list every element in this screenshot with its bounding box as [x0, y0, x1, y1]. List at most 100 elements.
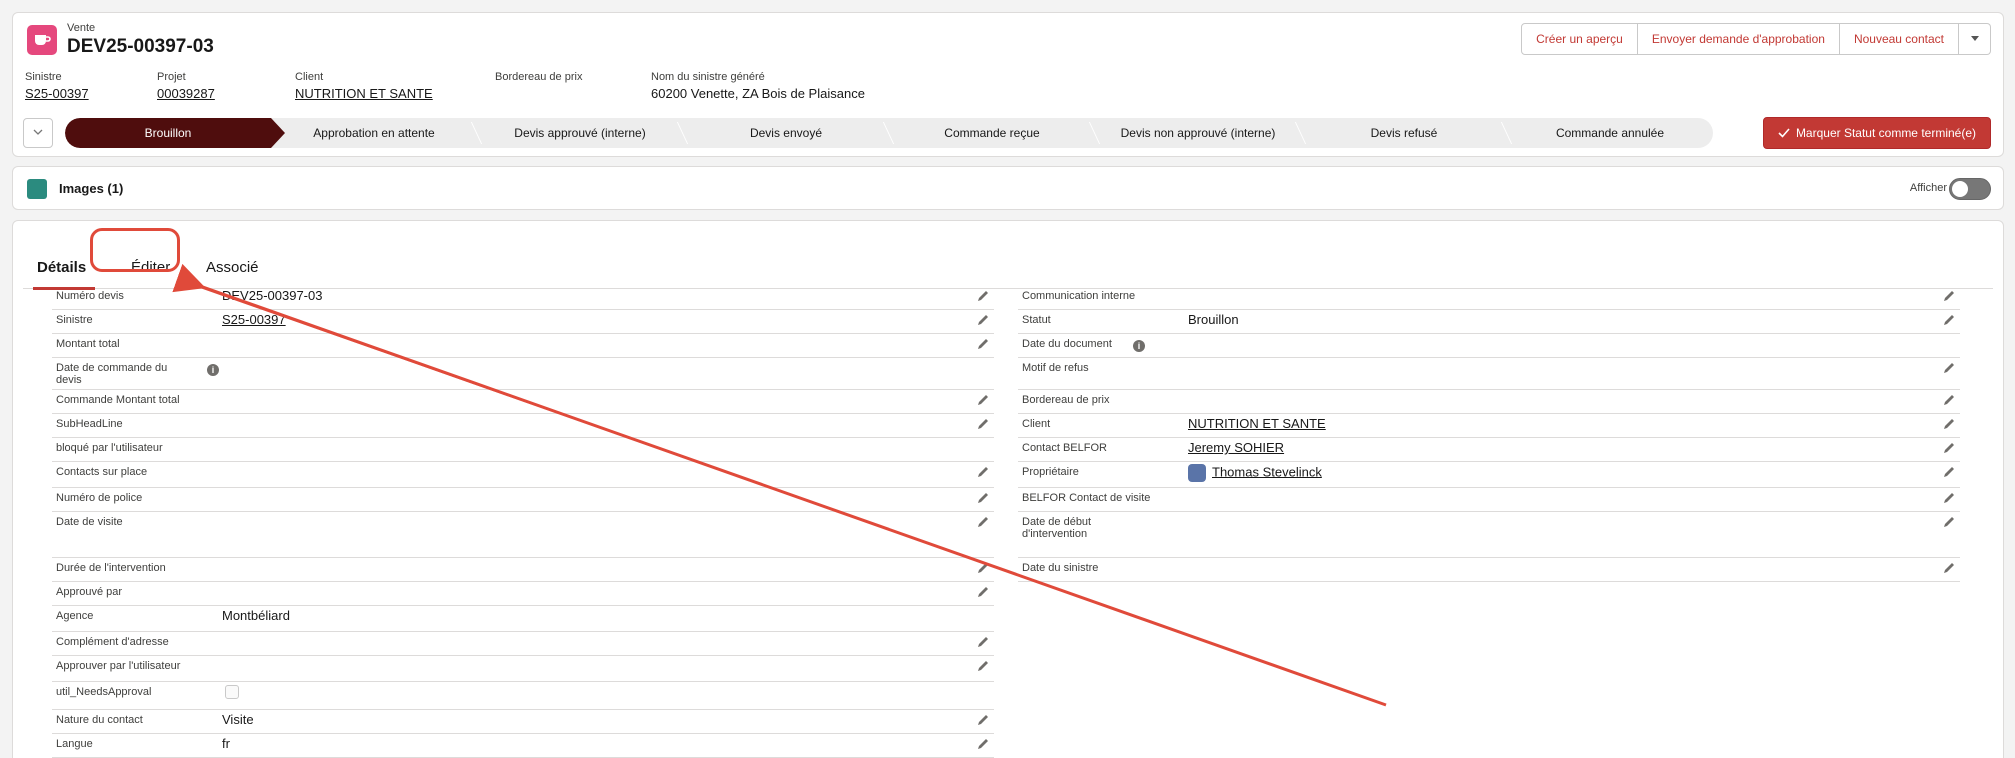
- field-value[interactable]: NUTRITION ET SANTE: [1188, 416, 1326, 431]
- highlight-label: Projet: [157, 71, 186, 83]
- highlights-panel: Sinistre S25-00397 Projet 00039287 Clien…: [25, 71, 1025, 111]
- edit-pencil-icon[interactable]: [976, 515, 990, 529]
- edit-pencil-icon[interactable]: [1942, 515, 1956, 529]
- field-label: Langue: [56, 738, 93, 750]
- create-preview-button[interactable]: Créer un aperçu: [1521, 23, 1638, 55]
- field-value: Montbéliard: [222, 608, 290, 623]
- path-step-commande-recue[interactable]: Commande reçue: [889, 118, 1095, 148]
- edit-pencil-icon[interactable]: [976, 491, 990, 505]
- highlight-client: Client NUTRITION ET SANTE: [295, 71, 433, 101]
- field-value: DEV25-00397-03: [222, 288, 322, 303]
- detail-field-row: Propriétaire Thomas Stevelinck: [1018, 462, 1960, 488]
- edit-pencil-icon[interactable]: [1942, 441, 1956, 455]
- cup-icon: [27, 25, 57, 55]
- field-label: Date de commande du devis: [56, 362, 168, 386]
- field-label: Agence: [56, 610, 94, 622]
- detail-field-row: Contacts sur place: [52, 462, 994, 488]
- path-step-envoye[interactable]: Devis envoyé: [683, 118, 889, 148]
- edit-pencil-icon[interactable]: [1942, 561, 1956, 575]
- images-title[interactable]: Images (1): [59, 181, 123, 196]
- edit-pencil-icon[interactable]: [976, 393, 990, 407]
- detail-field-row: Date de début d'intervention: [1018, 512, 1960, 558]
- needs-approval-checkbox: [225, 685, 239, 699]
- edit-pencil-icon[interactable]: [976, 713, 990, 727]
- field-value-text: S25-00397: [222, 312, 286, 327]
- edit-pencil-icon[interactable]: [976, 585, 990, 599]
- field-value[interactable]: Jeremy SOHIER: [1188, 440, 1284, 455]
- edit-pencil-icon[interactable]: [976, 561, 990, 575]
- chevron-down-icon: [1970, 36, 1979, 41]
- edit-pencil-icon[interactable]: [976, 313, 990, 327]
- header-actions: Créer un aperçu Envoyer demande d'approb…: [1521, 23, 1991, 55]
- path-step-refuse[interactable]: Devis refusé: [1301, 118, 1507, 148]
- detail-field-row: Motif de refus: [1018, 358, 1960, 390]
- chevron-down-icon: [33, 129, 43, 135]
- afficher-toggle[interactable]: [1949, 178, 1991, 200]
- field-label: Numéro devis: [56, 290, 124, 302]
- detail-field-row: Langue fr: [52, 734, 994, 758]
- field-label: Montant total: [56, 338, 120, 350]
- record-type: Vente: [67, 22, 96, 34]
- edit-pencil-icon[interactable]: [976, 465, 990, 479]
- edit-pencil-icon[interactable]: [1942, 393, 1956, 407]
- detail-field-row: SubHeadLine: [52, 414, 994, 438]
- file-icon: [27, 179, 47, 199]
- field-label: bloqué par l'utilisateur: [56, 442, 163, 454]
- edit-pencil-icon[interactable]: [976, 337, 990, 351]
- detail-field-row: Date de commande du devis i: [52, 358, 994, 390]
- edit-pencil-icon[interactable]: [976, 635, 990, 649]
- edit-pencil-icon[interactable]: [1942, 313, 1956, 327]
- tab-details[interactable]: Détails: [37, 259, 86, 276]
- field-value[interactable]: Thomas Stevelinck: [1188, 464, 1322, 482]
- field-value-text: fr: [222, 736, 230, 751]
- info-icon[interactable]: i: [1133, 340, 1145, 352]
- detail-field-row: Date du document i: [1018, 334, 1960, 358]
- path-step-approbation[interactable]: Approbation en attente: [271, 118, 477, 148]
- edit-pencil-icon[interactable]: [976, 289, 990, 303]
- path-step-non-approuve[interactable]: Devis non approuvé (interne): [1095, 118, 1301, 148]
- field-value-text: NUTRITION ET SANTE: [1188, 416, 1326, 431]
- new-contact-button[interactable]: Nouveau contact: [1839, 23, 1959, 55]
- edit-pencil-icon[interactable]: [1942, 289, 1956, 303]
- field-value: Brouillon: [1188, 312, 1239, 327]
- edit-pencil-icon[interactable]: [1942, 491, 1956, 505]
- path-step-brouillon[interactable]: Brouillon: [65, 118, 285, 148]
- path-step-approuve[interactable]: Devis approuvé (interne): [477, 118, 683, 148]
- field-value-text: Visite: [222, 712, 254, 727]
- record-tabs: Détails Éditer Associé: [23, 239, 1993, 290]
- path-step-annulee[interactable]: Commande annulée: [1507, 118, 1713, 148]
- info-icon[interactable]: i: [207, 364, 219, 376]
- field-value-text: Brouillon: [1188, 312, 1239, 327]
- field-value[interactable]: S25-00397: [222, 312, 286, 327]
- field-label: Date de visite: [56, 516, 123, 528]
- sinistre-link[interactable]: S25-00397: [25, 86, 89, 101]
- edit-pencil-icon[interactable]: [976, 417, 990, 431]
- field-label: SubHeadLine: [56, 418, 123, 430]
- mark-status-complete-button[interactable]: Marquer Statut comme terminé(e): [1762, 117, 1991, 149]
- path-toggle-button[interactable]: [23, 118, 53, 148]
- field-value: fr: [222, 736, 230, 751]
- edit-pencil-icon[interactable]: [1942, 465, 1956, 479]
- edit-pencil-icon[interactable]: [976, 659, 990, 673]
- more-actions-button[interactable]: [1959, 23, 1991, 55]
- tab-associe[interactable]: Associé: [206, 259, 259, 276]
- detail-field-row: Client NUTRITION ET SANTE: [1018, 414, 1960, 438]
- detail-field-row: Statut Brouillon: [1018, 310, 1960, 334]
- client-link[interactable]: NUTRITION ET SANTE: [295, 86, 433, 101]
- send-approval-button[interactable]: Envoyer demande d'approbation: [1637, 23, 1840, 55]
- toggle-knob: [1952, 181, 1968, 197]
- field-label: Contact BELFOR: [1022, 442, 1107, 454]
- field-label: Contacts sur place: [56, 466, 148, 478]
- detail-field-row: Communication interne: [1018, 286, 1960, 310]
- detail-field-row: Date de visite: [52, 512, 994, 558]
- detail-field-row: Agence Montbéliard: [52, 606, 994, 632]
- edit-pencil-icon[interactable]: [976, 737, 990, 751]
- field-label: Approuver par l'utilisateur: [56, 660, 181, 672]
- field-label: Durée de l'intervention: [56, 562, 166, 574]
- projet-link[interactable]: 00039287: [157, 86, 215, 101]
- edit-pencil-icon[interactable]: [1942, 417, 1956, 431]
- field-label: Date du sinistre: [1022, 562, 1099, 574]
- detail-field-row: Bordereau de prix: [1018, 390, 1960, 414]
- edit-pencil-icon[interactable]: [1942, 361, 1956, 375]
- detail-field-row: Durée de l'intervention: [52, 558, 994, 582]
